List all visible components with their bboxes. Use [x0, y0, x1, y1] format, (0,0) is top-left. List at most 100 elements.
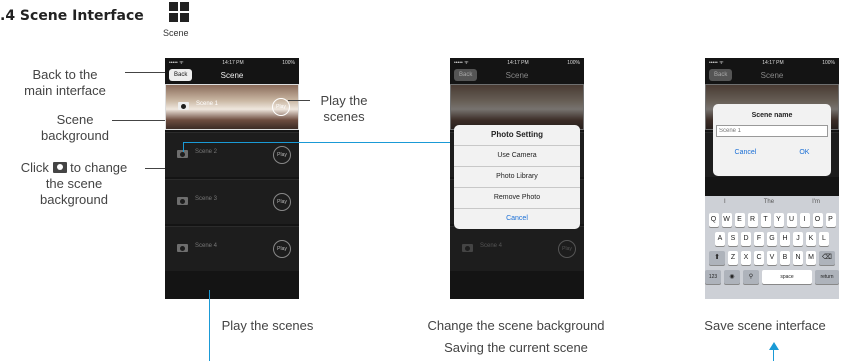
dialog-actions: Cancel OK — [713, 149, 831, 156]
pointer-line-scene-bg — [112, 120, 170, 121]
scene-name-dialog: Scene name Cancel OK — [713, 104, 831, 176]
suggestion-bar: I The I'm — [705, 196, 839, 208]
key[interactable]: F — [754, 232, 764, 246]
return-key[interactable]: return — [815, 270, 839, 284]
scene-name: Scene 4 — [195, 243, 218, 249]
nav-title: Scene — [505, 70, 529, 80]
use-camera-button[interactable]: Use Camera — [454, 145, 580, 166]
cancel-button[interactable]: Cancel — [454, 208, 580, 229]
status-carrier: ••••• ᯤ — [454, 60, 469, 66]
key[interactable]: I — [799, 213, 810, 227]
scene-name: Scene 3 — [195, 196, 218, 202]
annotation-click-prefix: Click — [20, 160, 49, 175]
keyboard-row-4: 123 ◉ ⚲ space return — [705, 270, 839, 284]
cancel-button[interactable]: Cancel — [735, 149, 757, 156]
key[interactable]: K — [806, 232, 816, 246]
dialog-title: Photo Setting — [491, 130, 543, 139]
numbers-key[interactable]: 123 — [705, 270, 721, 284]
status-carrier: ••••• ᯤ — [169, 60, 184, 66]
key[interactable]: J — [793, 232, 803, 246]
scene-row-1[interactable]: Scene 1 Play — [165, 84, 299, 130]
key[interactable]: Q — [708, 213, 719, 227]
shift-icon[interactable]: ⬆ — [709, 251, 725, 265]
back-button[interactable]: Back — [169, 69, 193, 81]
backspace-icon[interactable]: ⌫ — [819, 251, 835, 265]
key[interactable]: Z — [728, 251, 738, 265]
play-button[interactable]: Play — [273, 240, 291, 258]
status-carrier: ••••• ᯤ — [709, 60, 724, 66]
keyboard-row-1: Q W E R T Y U I O P — [705, 213, 839, 227]
key[interactable]: U — [786, 213, 797, 227]
scene-row-2[interactable]: Scene 2 Play — [165, 132, 299, 177]
camera-icon[interactable] — [178, 102, 189, 110]
scene-row-4[interactable]: Scene 4 Play — [450, 226, 584, 271]
scene-name: Scene 4 — [480, 243, 503, 249]
status-bar: ••••• ᯤ 14:17 PM 100% — [450, 58, 584, 68]
connector-line — [183, 142, 184, 152]
scene-row-4[interactable]: Scene 4 Play — [165, 226, 299, 271]
play-button[interactable]: Play — [558, 240, 576, 258]
key[interactable]: P — [825, 213, 836, 227]
back-button[interactable]: Back — [454, 69, 478, 81]
scene-row-3[interactable]: Scene 3 Play — [165, 179, 299, 224]
space-key[interactable]: space — [762, 270, 812, 284]
back-button[interactable]: Back — [709, 69, 733, 81]
status-bar: ••••• ᯤ 14:17 PM 100% — [165, 58, 299, 68]
microphone-icon[interactable]: ⚲ — [743, 270, 759, 284]
status-battery: 100% — [282, 60, 295, 66]
caption-play-scenes: Play the scenes — [221, 318, 314, 333]
remove-photo-button[interactable]: Remove Photo — [454, 187, 580, 208]
key[interactable]: D — [741, 232, 751, 246]
key[interactable]: X — [741, 251, 751, 265]
key[interactable]: L — [819, 232, 829, 246]
key[interactable]: R — [747, 213, 758, 227]
annotation-play-line1: Play the — [320, 93, 368, 108]
key[interactable]: B — [780, 251, 790, 265]
scene-name-input[interactable] — [716, 125, 828, 137]
key[interactable]: C — [754, 251, 764, 265]
suggestion[interactable]: I — [724, 196, 726, 208]
annotation-click-suffix: to change — [70, 160, 128, 175]
camera-icon[interactable] — [177, 244, 188, 252]
scene-icon-label: Scene — [163, 28, 189, 38]
section-heading: .4 Scene Interface — [0, 8, 144, 24]
nav-bar: Back Scene — [165, 68, 299, 82]
scene-grid-icon — [169, 2, 189, 22]
suggestion[interactable]: The — [764, 196, 774, 208]
annotation-scene-bg: Scene background — [30, 112, 120, 144]
scene-row-1[interactable] — [450, 84, 584, 130]
suggestion[interactable]: I'm — [812, 196, 820, 208]
annotation-play: Play the scenes — [304, 93, 384, 125]
nav-bar: Back Scene — [450, 68, 584, 82]
globe-icon[interactable]: ◉ — [724, 270, 740, 284]
key[interactable]: A — [715, 232, 725, 246]
phone-screen-scenes: ••••• ᯤ 14:17 PM 100% Back Scene Scene 1… — [165, 58, 299, 299]
nav-bar: Back Scene — [705, 68, 839, 82]
key[interactable]: O — [812, 213, 823, 227]
key[interactable]: W — [721, 213, 732, 227]
scene-name: Scene 2 — [195, 149, 218, 155]
key[interactable]: E — [734, 213, 745, 227]
keyboard-row-2: A S D F G H J K L — [705, 232, 839, 246]
key[interactable]: Y — [773, 213, 784, 227]
key[interactable]: N — [793, 251, 803, 265]
annotation-play-line2: scenes — [323, 109, 365, 124]
play-button[interactable]: Play — [273, 146, 291, 164]
status-time: 14:17 PM — [222, 60, 244, 66]
key[interactable]: G — [767, 232, 777, 246]
camera-icon[interactable] — [177, 197, 188, 205]
arrow-up-icon — [769, 342, 779, 350]
keyboard: I The I'm Q W E R T Y U I O P A S D F G … — [705, 196, 839, 299]
play-button[interactable]: Play — [273, 193, 291, 211]
key[interactable]: V — [767, 251, 777, 265]
key[interactable]: S — [728, 232, 738, 246]
caption-save-interface: Save scene interface — [704, 318, 826, 333]
key[interactable]: T — [760, 213, 771, 227]
key[interactable]: M — [806, 251, 816, 265]
key[interactable]: H — [780, 232, 790, 246]
ok-button[interactable]: OK — [799, 149, 809, 156]
camera-icon[interactable] — [462, 244, 473, 252]
photo-library-button[interactable]: Photo Library — [454, 166, 580, 187]
status-time: 14:17 PM — [762, 60, 784, 66]
nav-title: Scene — [220, 70, 244, 80]
